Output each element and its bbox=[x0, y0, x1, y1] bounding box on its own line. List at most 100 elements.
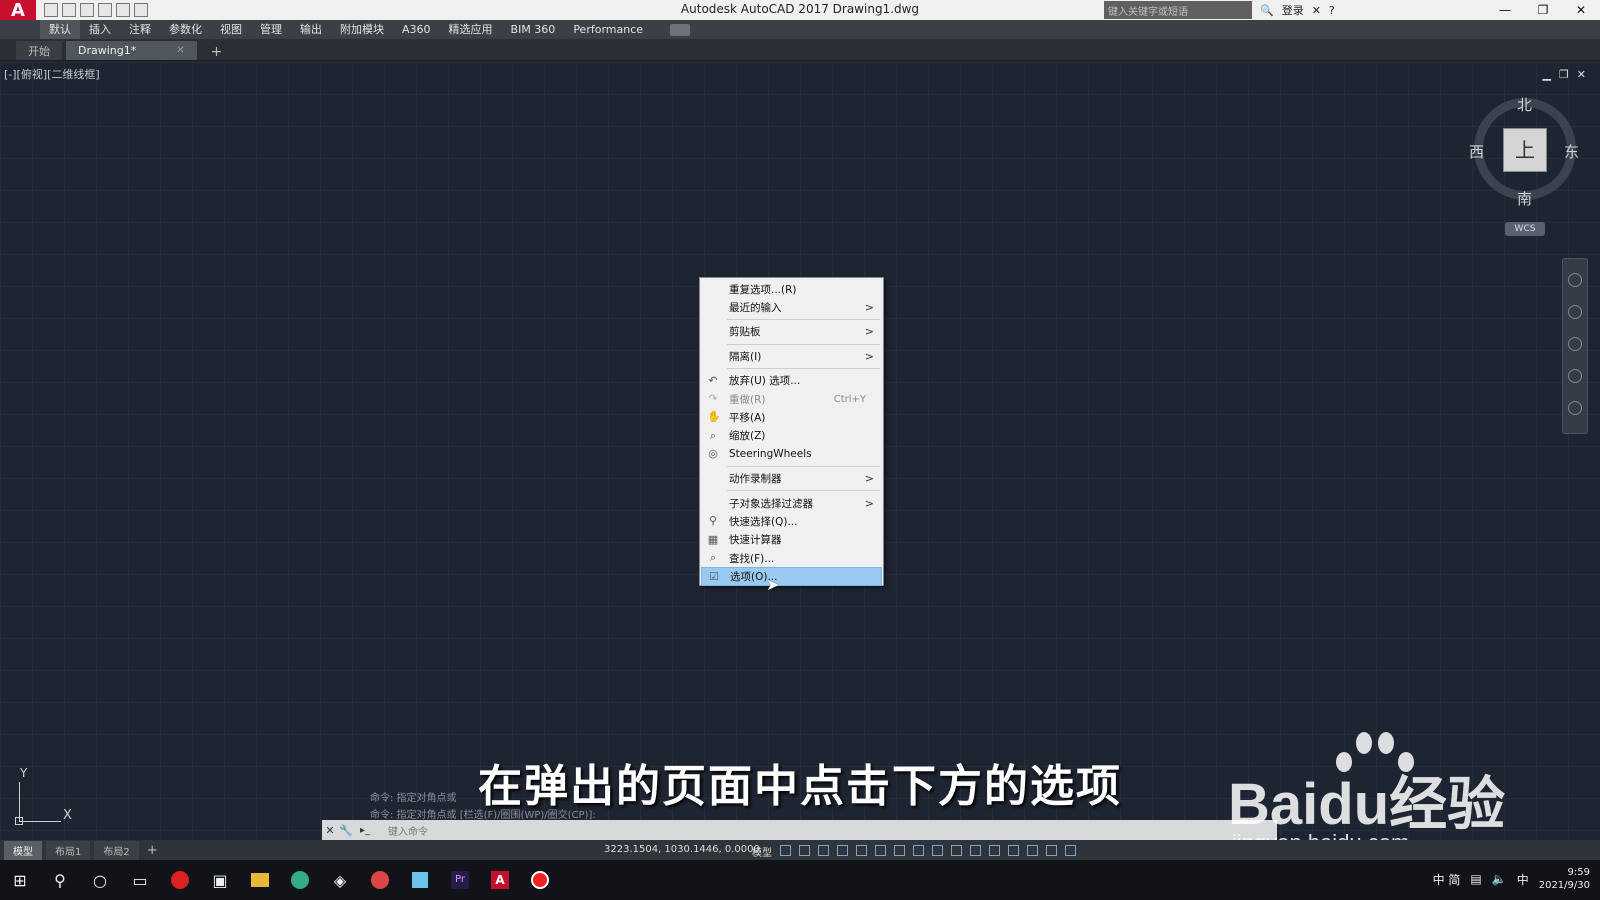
orbit-icon[interactable] bbox=[1568, 369, 1582, 383]
viewcube-north[interactable]: 北 bbox=[1517, 94, 1532, 115]
minimize-icon[interactable]: — bbox=[1486, 0, 1524, 20]
viewcube-top-face[interactable]: 上 bbox=[1503, 128, 1547, 172]
polar-icon[interactable] bbox=[837, 845, 848, 856]
tray-status[interactable]: 中 简 bbox=[1433, 871, 1461, 888]
chrome-icon[interactable] bbox=[280, 860, 320, 900]
ribbon-tab-a360[interactable]: A360 bbox=[393, 20, 440, 39]
showmotion-icon[interactable] bbox=[1568, 401, 1582, 415]
ime-indicator[interactable]: 中 bbox=[1517, 871, 1529, 888]
object-snap-icon[interactable] bbox=[875, 845, 886, 856]
app-icon[interactable]: ◈ bbox=[320, 860, 360, 900]
menu-item-repeat[interactable]: 重复选项...(R) bbox=[701, 280, 882, 298]
menu-item-options[interactable]: ☑ 选项(O)... bbox=[701, 567, 882, 586]
viewcube-south[interactable]: 南 bbox=[1517, 188, 1532, 209]
app-icon[interactable]: ▣ bbox=[200, 860, 240, 900]
ribbon-tab-output[interactable]: 输出 bbox=[291, 20, 331, 39]
workspace-icon[interactable] bbox=[1046, 845, 1057, 856]
command-prompt-icon[interactable]: ▸_ bbox=[360, 825, 382, 836]
ribbon-tab-bim360[interactable]: BIM 360 bbox=[502, 20, 565, 39]
zoom-icon[interactable] bbox=[1568, 337, 1582, 351]
ortho-icon[interactable] bbox=[818, 845, 829, 856]
ribbon-tab-home[interactable]: 默认 bbox=[40, 20, 80, 39]
save-icon[interactable] bbox=[80, 3, 94, 17]
snap-icon[interactable] bbox=[799, 845, 810, 856]
new-file-icon[interactable] bbox=[44, 3, 58, 17]
viewcube-east[interactable]: 东 bbox=[1564, 141, 1579, 162]
transparency-icon[interactable] bbox=[913, 845, 924, 856]
record-icon[interactable] bbox=[520, 860, 560, 900]
menu-item-subobject-filter[interactable]: 子对象选择过滤器 > bbox=[701, 494, 882, 512]
coordinates-readout[interactable]: 3223.1504, 1030.1446, 0.0000 bbox=[604, 844, 760, 855]
clock[interactable]: 9:59 2021/9/30 bbox=[1539, 866, 1590, 892]
minimize-icon[interactable]: ▁ bbox=[1542, 68, 1550, 81]
layout-tab-model[interactable]: 模型 bbox=[4, 840, 42, 860]
application-menu-button[interactable]: A bbox=[0, 0, 36, 21]
tab-drawing1[interactable]: Drawing1* ✕ bbox=[66, 41, 197, 60]
pan-icon[interactable] bbox=[1568, 305, 1582, 319]
login-button[interactable]: 登录 bbox=[1282, 2, 1304, 18]
gizmo-icon[interactable] bbox=[1008, 845, 1019, 856]
layout-tab-layout1[interactable]: 布局1 bbox=[46, 840, 91, 860]
menu-item-steeringwheels[interactable]: ◎ SteeringWheels bbox=[701, 445, 882, 463]
new-tab-button[interactable]: + bbox=[201, 44, 233, 60]
selection-cycling-icon[interactable] bbox=[932, 845, 943, 856]
customize-icon[interactable] bbox=[1065, 845, 1076, 856]
chrome-icon[interactable] bbox=[360, 860, 400, 900]
tab-start[interactable]: 开始 bbox=[16, 41, 62, 60]
exchange-icon[interactable]: ✕ bbox=[1312, 4, 1321, 17]
viewport-controls-label[interactable]: [-][俯视][二维线框] bbox=[4, 66, 100, 82]
wcs-menu[interactable]: WCS bbox=[1505, 222, 1545, 236]
ribbon-tab-performance[interactable]: Performance bbox=[564, 20, 652, 39]
menu-item-isolate[interactable]: 隔离(I) > bbox=[701, 347, 882, 365]
notes-app-icon[interactable] bbox=[400, 860, 440, 900]
autocad-taskbar-icon[interactable]: A bbox=[480, 860, 520, 900]
wrench-icon[interactable]: 🔧 bbox=[338, 824, 354, 837]
3d-osnap-icon[interactable] bbox=[951, 845, 962, 856]
ribbon-tab-parametric[interactable]: 参数化 bbox=[160, 20, 211, 39]
restore-icon[interactable]: ❐ bbox=[1524, 0, 1562, 20]
close-icon[interactable]: ✕ bbox=[322, 824, 338, 837]
restore-icon[interactable]: ❐ bbox=[1559, 68, 1569, 81]
volume-icon[interactable]: 🔈 bbox=[1492, 872, 1507, 886]
recorder-app-icon[interactable] bbox=[160, 860, 200, 900]
menu-item-quick-select[interactable]: ⚲ 快速选择(Q)... bbox=[701, 512, 882, 530]
binoculars-icon[interactable]: 🔍 bbox=[1260, 4, 1274, 17]
ribbon-minimize-toggle[interactable] bbox=[670, 23, 691, 36]
menu-item-recent-input[interactable]: 最近的输入 > bbox=[701, 298, 882, 316]
ribbon-tab-addins[interactable]: 附加模块 bbox=[331, 20, 393, 39]
menu-item-action-recorder[interactable]: 动作录制器 > bbox=[701, 470, 882, 488]
annotation-icon[interactable] bbox=[1027, 845, 1038, 856]
ribbon-tab-annotate[interactable]: 注释 bbox=[120, 20, 160, 39]
ribbon-tab-insert[interactable]: 插入 bbox=[80, 20, 120, 39]
open-file-icon[interactable] bbox=[62, 3, 76, 17]
menu-item-redo[interactable]: ↷ 重做(R) Ctrl+Y bbox=[701, 390, 882, 408]
file-explorer-icon[interactable] bbox=[240, 860, 280, 900]
viewcube-west[interactable]: 西 bbox=[1469, 141, 1484, 162]
help-icon[interactable]: ? bbox=[1329, 4, 1335, 17]
close-icon[interactable]: ✕ bbox=[176, 45, 184, 56]
dynamic-ucs-icon[interactable] bbox=[970, 845, 981, 856]
menu-item-pan[interactable]: ✋ 平移(A) bbox=[701, 408, 882, 426]
isodraft-icon[interactable] bbox=[856, 845, 867, 856]
close-icon[interactable]: ✕ bbox=[1562, 0, 1600, 20]
windows-start-icon[interactable]: ⊞ bbox=[0, 860, 40, 900]
premiere-icon[interactable]: Pr bbox=[440, 860, 480, 900]
menu-item-clipboard[interactable]: 剪贴板 > bbox=[701, 323, 882, 341]
task-view-icon[interactable]: ▭ bbox=[120, 860, 160, 900]
lineweight-icon[interactable] bbox=[894, 845, 905, 856]
close-icon[interactable]: ✕ bbox=[1577, 68, 1586, 81]
command-input[interactable]: 键入命令 bbox=[388, 823, 428, 838]
search-icon[interactable]: ⚲ bbox=[40, 860, 80, 900]
menu-item-quick-calculator[interactable]: ▦ 快速计算器 bbox=[701, 531, 882, 549]
cortana-icon[interactable]: ○ bbox=[80, 860, 120, 900]
ribbon-tab-featured-apps[interactable]: 精选应用 bbox=[440, 20, 502, 39]
menu-item-zoom[interactable]: ⌕ 缩放(Z) bbox=[701, 427, 882, 445]
ribbon-tab-manage[interactable]: 管理 bbox=[251, 20, 291, 39]
selection-filter-icon[interactable] bbox=[989, 845, 1000, 856]
redo-icon[interactable] bbox=[134, 3, 148, 17]
save-as-icon[interactable] bbox=[98, 3, 112, 17]
undo-icon[interactable] bbox=[116, 3, 130, 17]
model-space-button[interactable]: 模型 bbox=[752, 844, 772, 859]
search-input[interactable]: 键入关键字或短语 bbox=[1104, 1, 1252, 19]
layout-tab-layout2[interactable]: 布局2 bbox=[94, 840, 139, 860]
